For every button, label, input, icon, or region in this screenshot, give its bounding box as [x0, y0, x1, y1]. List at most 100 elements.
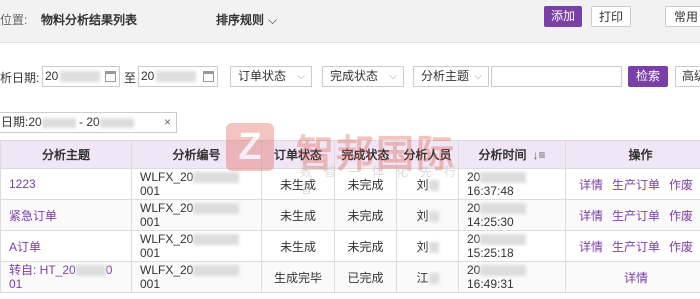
results-table: 分析主题 分析编号 订单状态 完成状态 分析人员 分析时间 ↓≡ 操作 1223 … — [0, 140, 700, 293]
analysis-code: WLFX_20001 — [131, 261, 262, 293]
time-prefix: 20 — [467, 201, 481, 215]
analysis-theme-value: 分析主题 — [421, 69, 470, 83]
page-title: 物料分析结果列表 — [41, 13, 138, 27]
order-status-value: 订单状态 — [238, 69, 287, 83]
code-suffix: 001 — [140, 215, 161, 229]
person-name: 江 — [416, 270, 429, 285]
redacted-text — [480, 234, 527, 246]
column-header-time-label: 分析时间 — [478, 148, 527, 162]
theme-text-line2: 01 — [9, 277, 23, 291]
redacted-text — [428, 210, 439, 222]
redacted-text — [193, 172, 240, 184]
search-button[interactable]: 检索 — [628, 66, 668, 87]
analysis-code: WLFX_20001 — [131, 199, 262, 231]
theme-link[interactable]: 紧急订单 — [0, 199, 132, 231]
time-value: 16:37:48 — [467, 184, 514, 198]
production-order-link[interactable]: 生产订单 — [612, 178, 660, 192]
time-prefix: 20 — [467, 263, 481, 277]
table-row: A订单 WLFX_20001 未生成 未完成 刘 20 15:25:18 详情生… — [0, 230, 700, 262]
code-prefix: WLFX_20 — [140, 263, 194, 277]
code-suffix: 001 — [140, 246, 161, 260]
production-order-link[interactable]: 生产订单 — [612, 240, 660, 254]
code-prefix: WLFX_20 — [140, 201, 194, 215]
time-cell: 20 16:37:48 — [458, 168, 566, 200]
time-value: 14:25:30 — [467, 215, 514, 229]
time-cell: 20 14:25:30 — [458, 199, 566, 231]
common-button[interactable]: 常用 — [665, 6, 700, 27]
detail-link[interactable]: 详情 — [579, 240, 603, 254]
void-link[interactable]: 作废 — [669, 178, 693, 192]
order-status-cell: 未生成 — [261, 230, 335, 262]
theme-link[interactable]: A订单 — [0, 230, 132, 262]
redacted-text — [480, 203, 527, 215]
redacted-text — [156, 71, 197, 83]
breadcrumb-label: 位置: — [0, 13, 28, 27]
code-suffix: 001 — [140, 184, 161, 198]
column-header-complete-status[interactable]: 完成状态 — [334, 140, 397, 169]
redacted-text — [428, 241, 439, 253]
table-row: 1223 WLFX_20001 未生成 未完成 刘 20 16:37:48 详情… — [0, 168, 700, 200]
chevron-down-icon: ⌵ — [268, 13, 278, 27]
column-header-theme[interactable]: 分析主题 — [0, 140, 132, 169]
time-prefix: 20 — [467, 232, 481, 246]
calendar-icon[interactable] — [105, 71, 116, 82]
person-cell: 刘 — [396, 168, 459, 200]
complete-status-value: 完成状态 — [330, 69, 379, 83]
analysis-theme-select[interactable]: 分析主题 ⌵ — [413, 66, 489, 87]
theme-link[interactable]: 转自: HT_20 0 01 — [0, 261, 132, 293]
redacted-text — [193, 203, 240, 215]
sort-rules-label: 排序规则 — [216, 13, 265, 27]
redacted-text — [193, 234, 240, 246]
close-icon[interactable]: × — [164, 113, 171, 132]
redacted-text — [480, 265, 527, 277]
date-to-input[interactable]: 20 — [138, 66, 218, 87]
person-name: 刘 — [416, 177, 429, 192]
void-link[interactable]: 作废 — [669, 209, 693, 223]
detail-link[interactable]: 详情 — [624, 271, 648, 285]
active-filter-prefix: 日期:20 — [1, 115, 42, 129]
code-prefix: WLFX_20 — [140, 170, 194, 184]
redacted-text — [75, 265, 106, 277]
keyword-input[interactable] — [491, 66, 622, 87]
complete-status-cell: 已完成 — [334, 261, 397, 293]
time-prefix: 20 — [467, 170, 481, 184]
column-header-time[interactable]: 分析时间 ↓≡ — [458, 140, 566, 169]
actions-cell: 详情 — [565, 261, 700, 293]
redacted-text — [480, 172, 527, 184]
person-name: 刘 — [416, 208, 429, 223]
date-from-input[interactable]: 20 — [42, 66, 120, 87]
person-cell: 江 — [396, 261, 459, 293]
complete-status-select[interactable]: 完成状态 ⌵ — [322, 66, 404, 87]
active-filter-mid: - 20 — [75, 115, 100, 129]
dropdown-arrow-icon: ⌵ — [474, 71, 482, 82]
top-toolbar: 位置: 物料分析结果列表 排序规则 ⌵ 添加 打印 常用 — [0, 0, 700, 43]
order-status-cell: 未生成 — [261, 199, 335, 231]
column-header-person[interactable]: 分析人员 — [396, 140, 459, 169]
actions-cell: 详情 生产订单 作废 — [565, 230, 700, 262]
calendar-icon[interactable] — [203, 71, 214, 82]
complete-status-cell: 未完成 — [334, 199, 397, 231]
sort-icon[interactable]: ↓≡ — [533, 148, 546, 162]
detail-link[interactable]: 详情 — [579, 209, 603, 223]
complete-status-cell: 未完成 — [334, 168, 397, 200]
advanced-search-button[interactable]: 高级 — [675, 66, 700, 87]
date-from-value: 20 — [45, 69, 59, 83]
sort-rules-menu[interactable]: 排序规则 ⌵ — [216, 11, 277, 28]
order-status-cell: 未生成 — [261, 168, 335, 200]
complete-status-cell: 未完成 — [334, 230, 397, 262]
detail-link[interactable]: 详情 — [579, 178, 603, 192]
order-status-select[interactable]: 订单状态 ⌵ — [230, 66, 312, 87]
code-prefix: WLFX_20 — [140, 232, 194, 246]
column-header-code[interactable]: 分析编号 — [131, 140, 262, 169]
void-link[interactable]: 作废 — [669, 240, 693, 254]
dropdown-arrow-icon: ⌵ — [389, 71, 397, 82]
redacted-text — [428, 179, 439, 191]
theme-link[interactable]: 1223 — [0, 168, 132, 200]
column-header-order-status[interactable]: 订单状态 — [261, 140, 335, 169]
add-button[interactable]: 添加 — [544, 6, 582, 27]
date-range-separator: 至 — [124, 71, 137, 85]
actions-cell: 详情 生产订单 作废 — [565, 168, 700, 200]
production-order-link[interactable]: 生产订单 — [612, 209, 660, 223]
redacted-text — [428, 272, 439, 284]
print-button[interactable]: 打印 — [591, 6, 631, 27]
